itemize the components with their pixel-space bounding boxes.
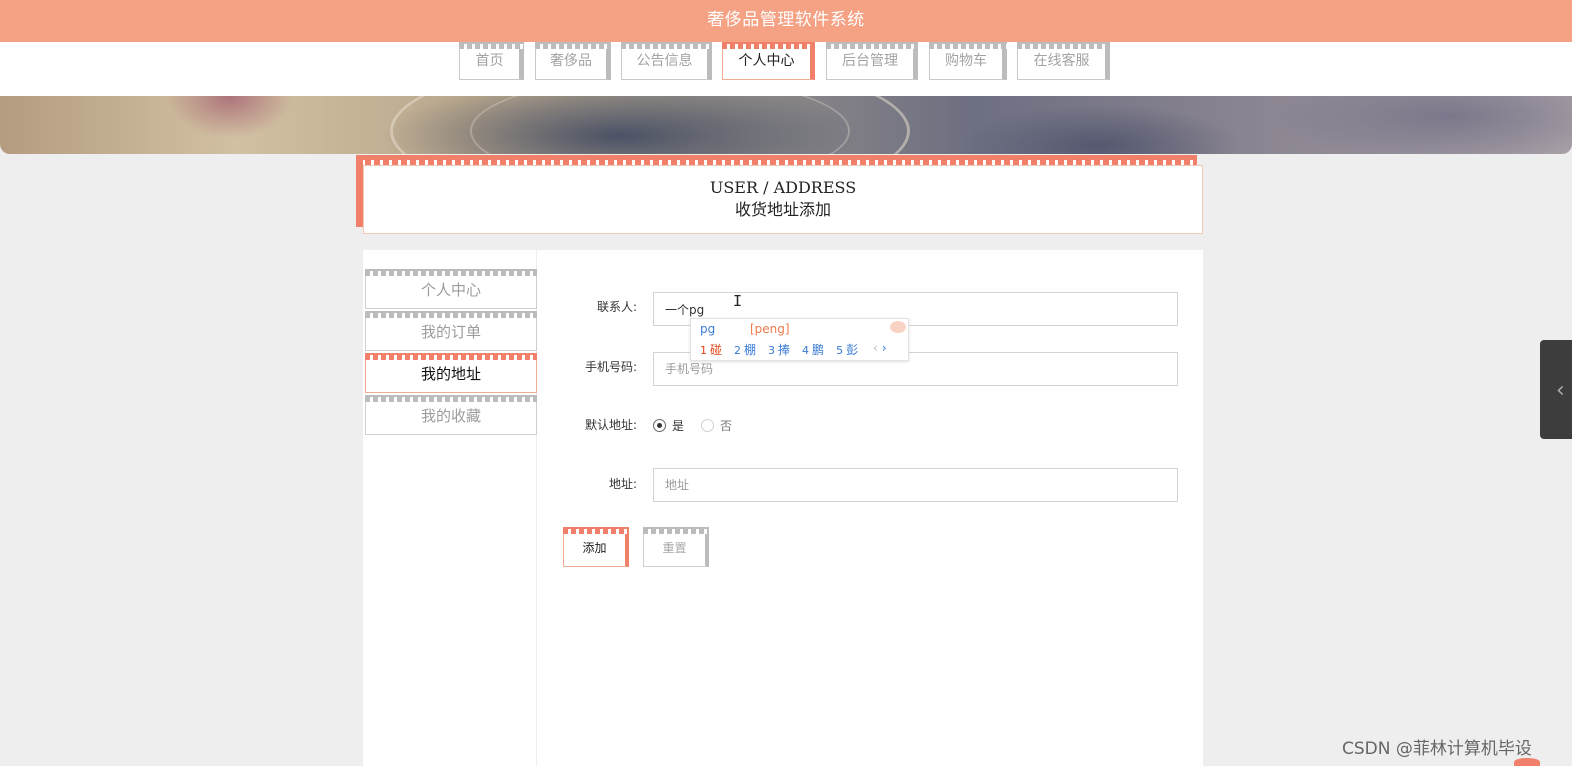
side-toggle-tab[interactable]: ‹ [1540, 340, 1572, 439]
ime-candidate[interactable]: 3捧 [768, 341, 790, 358]
default-address-label: 默认地址: [584, 418, 637, 432]
ime-candidate-number: 4 [802, 344, 810, 357]
ime-candidate[interactable]: 5彭 [836, 341, 858, 358]
ime-candidate-text: 鹏 [812, 343, 825, 357]
nav-tab-label: 在线客服 [1033, 53, 1090, 69]
chevron-left-icon: ‹ [1556, 378, 1565, 403]
default-no-label: 否 [720, 418, 733, 433]
nav-tab-home[interactable]: 首页 [459, 42, 524, 80]
banner-image [0, 96, 1572, 154]
sidebar-item-label: 我的订单 [420, 323, 481, 341]
page-title-en: USER / ADDRESS [709, 178, 857, 197]
text-cursor-icon: I [733, 292, 743, 310]
ime-candidate-window: pg [peng] 1碰 2棚 3捧 4鹏 5彭 ‹ › [690, 318, 909, 361]
default-address-radio-group: 是 否 [653, 416, 749, 434]
nav-tab-label: 奢侈品 [550, 53, 592, 69]
default-yes-radio[interactable] [653, 418, 666, 432]
page-title: 收货地址添加 [734, 200, 831, 219]
banner-coin-shape [470, 96, 850, 154]
nav-tab-personal-center[interactable]: 个人中心 [722, 42, 815, 80]
ime-skin-decoration [890, 321, 906, 333]
add-button-label: 添加 [582, 541, 607, 555]
watermark: CSDN @菲林计算机毕设 [1342, 739, 1532, 759]
page-header-panel: USER / ADDRESS 收货地址添加 [363, 165, 1203, 234]
sidebar-menu: 个人中心 我的订单 我的地址 我的收藏 [363, 250, 537, 766]
corner-decoration [1514, 758, 1540, 766]
nav-tab-admin[interactable]: 后台管理 [826, 42, 918, 80]
address-label: 地址: [608, 477, 637, 491]
default-yes-label: 是 [672, 418, 685, 433]
app-title: 奢侈品管理软件系统 [707, 10, 865, 30]
ime-candidate[interactable]: 2棚 [734, 341, 756, 358]
nav-tab-label: 首页 [475, 53, 504, 69]
nav-tab-announcements[interactable]: 公告信息 [621, 42, 712, 80]
sidebar-item-my-favorites[interactable]: 我的收藏 [365, 395, 537, 435]
ime-candidate-text: 捧 [778, 343, 791, 357]
main-nav: 首页 奢侈品 公告信息 个人中心 后台管理 购物车 在线客服 [0, 42, 1572, 96]
nav-tab-label: 后台管理 [842, 53, 898, 69]
contact-label: 联系人: [596, 300, 637, 314]
ime-input-text: pg [700, 322, 716, 336]
sidebar-item-label: 我的收藏 [420, 407, 481, 425]
nav-tab-label: 公告信息 [636, 53, 693, 69]
nav-tab-label: 个人中心 [738, 53, 795, 69]
ime-candidate-number: 1 [700, 344, 707, 357]
phone-label: 手机号码: [584, 360, 637, 374]
header-accent-bar [356, 155, 363, 227]
sidebar-item-label: 我的地址 [420, 365, 481, 383]
ime-candidate-text: 彭 [846, 343, 859, 357]
sidebar-item-label: 个人中心 [420, 281, 481, 299]
ime-candidate-list: 1碰 2棚 3捧 4鹏 5彭 [700, 341, 870, 358]
sidebar-item-my-orders[interactable]: 我的订单 [365, 311, 537, 351]
ime-candidate-text: 棚 [744, 343, 757, 357]
nav-tab-luxury[interactable]: 奢侈品 [535, 42, 611, 80]
sidebar-item-personal-center[interactable]: 个人中心 [365, 269, 537, 309]
ime-candidate[interactable]: 4鹏 [802, 341, 824, 358]
reset-button[interactable]: 重置 [643, 527, 709, 567]
ime-next-page-icon[interactable]: › [882, 341, 887, 355]
ime-page-arrows: ‹ › [873, 341, 887, 355]
ime-candidate-number: 3 [768, 344, 776, 357]
page-header: USER / ADDRESS 收货地址添加 [356, 155, 1203, 234]
reset-button-label: 重置 [662, 541, 687, 555]
nav-tab-label: 购物车 [945, 53, 987, 69]
sidebar-item-my-address[interactable]: 我的地址 [365, 353, 537, 393]
add-button[interactable]: 添加 [563, 527, 629, 567]
ime-candidate[interactable]: 1碰 [700, 341, 722, 358]
ime-pinyin: [peng] [750, 322, 790, 336]
default-no-radio[interactable] [701, 418, 715, 432]
ime-candidate-text: 碰 [710, 343, 723, 357]
app-title-bar: 奢侈品管理软件系统 [0, 0, 1572, 42]
ime-candidate-number: 2 [734, 344, 742, 357]
address-input[interactable] [653, 468, 1178, 502]
nav-tab-cart[interactable]: 购物车 [929, 42, 1007, 80]
ime-candidate-number: 5 [836, 344, 844, 357]
nav-tab-online-service[interactable]: 在线客服 [1017, 42, 1110, 80]
ime-prev-page-icon[interactable]: ‹ [873, 341, 878, 355]
